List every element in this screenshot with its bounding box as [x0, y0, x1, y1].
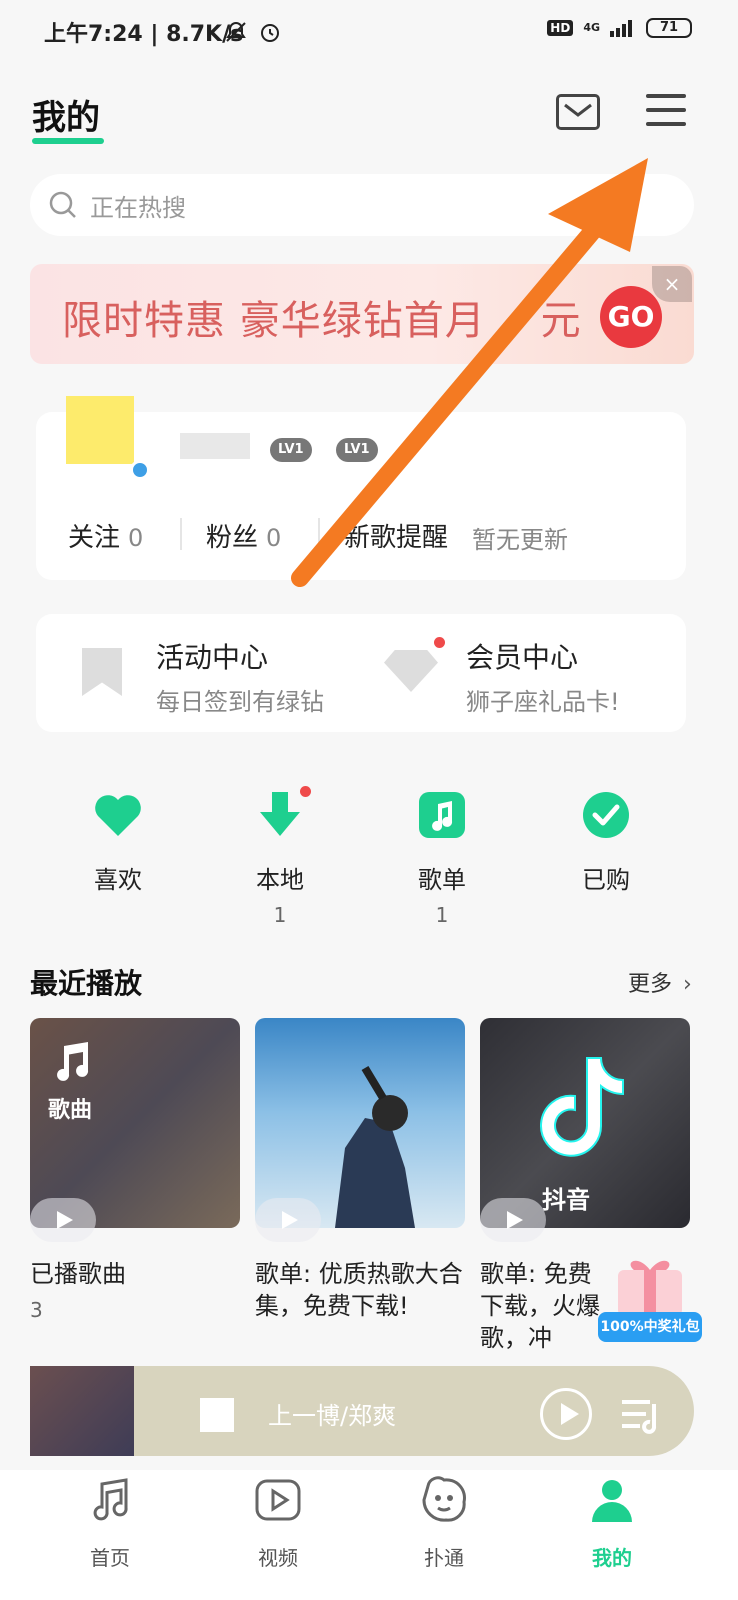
search-icon	[49, 191, 76, 218]
activity-center-title[interactable]: 活动中心	[156, 636, 268, 676]
menu-button[interactable]	[646, 94, 686, 130]
download-icon	[260, 792, 300, 836]
nav-video[interactable]: 视频	[218, 1476, 338, 1571]
banner-close-button[interactable]: ×	[652, 266, 692, 302]
video-play-icon	[255, 1479, 301, 1521]
player-cover	[30, 1366, 134, 1456]
notification-dot	[434, 637, 445, 648]
tile-count: 3	[30, 1298, 43, 1322]
heart-icon	[95, 795, 141, 836]
player-song-title: 上一博/郑爽	[268, 1402, 397, 1430]
chevron-right-icon: ›	[683, 972, 692, 997]
message-button[interactable]	[556, 94, 600, 130]
hd-badge: HD	[547, 20, 574, 36]
level-badge[interactable]: LV1	[270, 438, 312, 462]
tile-logo-text: 抖音	[542, 1186, 590, 1214]
music-note-icon	[57, 1042, 89, 1081]
quick-item-like[interactable]: 喜欢	[58, 790, 178, 895]
status-time: 上午7:24 | 8.7K/s	[44, 22, 244, 47]
player-play-button[interactable]	[540, 1388, 592, 1440]
quick-item-playlist[interactable]: 歌单 1	[382, 790, 502, 927]
play-button[interactable]	[255, 1198, 321, 1242]
quick-item-local[interactable]: 本地 1	[220, 786, 340, 927]
new-song-status: 暂无更新	[472, 526, 568, 554]
notification-dot	[300, 786, 311, 797]
nickname[interactable]	[180, 432, 250, 467]
followers-stat[interactable]: 粉丝 0	[206, 517, 281, 554]
quick-item-purchased[interactable]: 已购	[546, 790, 666, 895]
play-button[interactable]	[480, 1198, 546, 1242]
title-underline	[32, 138, 104, 144]
new-song-reminder[interactable]: 新歌提醒	[344, 517, 448, 554]
nav-home[interactable]: 首页	[50, 1476, 170, 1571]
tile-tag: 歌曲	[48, 1098, 93, 1123]
search-placeholder: 正在热搜	[90, 193, 186, 222]
divider	[180, 518, 182, 550]
alarm-icon	[261, 24, 279, 42]
vip-level-badge[interactable]: LV1	[336, 438, 378, 462]
recent-tile-playlist-2[interactable]: 抖音	[480, 1018, 690, 1228]
stop-icon	[200, 1398, 234, 1432]
recent-tile-songs[interactable]: 歌曲	[30, 1018, 240, 1228]
verified-badge	[130, 460, 150, 480]
nav-putong[interactable]: 扑通	[384, 1476, 504, 1571]
playlist-icon[interactable]	[620, 1396, 664, 1436]
tile-caption: 已播歌曲	[30, 1260, 126, 1288]
following-stat[interactable]: 关注 0	[68, 517, 143, 554]
mail-icon	[564, 103, 592, 117]
recent-tile-playlist-1[interactable]	[255, 1018, 465, 1228]
page-title: 我的	[32, 98, 100, 138]
tile-caption: 歌单: 免费下载，火爆歌，冲	[480, 1260, 600, 1352]
promo-banner[interactable]: 限时特惠 豪华绿钻首月 元	[30, 264, 694, 364]
music-note-icon	[93, 1478, 128, 1521]
check-circle-icon	[583, 792, 629, 838]
activity-center-sub: 每日签到有绿钻	[156, 688, 324, 716]
signal-icon	[610, 20, 632, 37]
avatar[interactable]	[66, 396, 134, 464]
tile-caption: 歌单: 优质热歌大合集，免费下载!	[255, 1260, 463, 1320]
vip-center-title[interactable]: 会员中心	[466, 636, 578, 676]
banner-go-button[interactable]: GO	[600, 286, 662, 348]
battery-indicator: 71	[646, 18, 692, 38]
menu-icon	[646, 94, 686, 98]
bell-muted-icon	[226, 21, 246, 42]
play-button[interactable]	[30, 1198, 96, 1242]
gift-label: 100%中奖礼包	[598, 1312, 702, 1342]
music-note-icon	[419, 792, 465, 838]
tiktok-logo-icon	[540, 1057, 624, 1157]
status-bar: 上午7:24 | 8.7K/s HD 4G 71	[0, 0, 738, 64]
recent-section-title: 最近播放	[30, 967, 143, 1000]
profile-icon	[592, 1480, 632, 1522]
banner-text: 限时特惠 豪华绿钻首月 元	[62, 298, 582, 344]
vip-center-sub: 狮子座礼品卡!	[466, 688, 620, 716]
singer-image	[335, 1065, 415, 1228]
search-bar[interactable]: 正在热搜	[30, 174, 694, 236]
network-type: 4G	[583, 21, 600, 34]
chat-face-icon	[422, 1476, 466, 1522]
divider	[318, 518, 320, 550]
nav-mine[interactable]: 我的	[552, 1476, 672, 1571]
gift-package[interactable]: 100%中奖礼包	[598, 1252, 702, 1348]
more-link[interactable]: 更多 ›	[628, 966, 692, 998]
status-right: HD 4G 71	[547, 18, 692, 38]
